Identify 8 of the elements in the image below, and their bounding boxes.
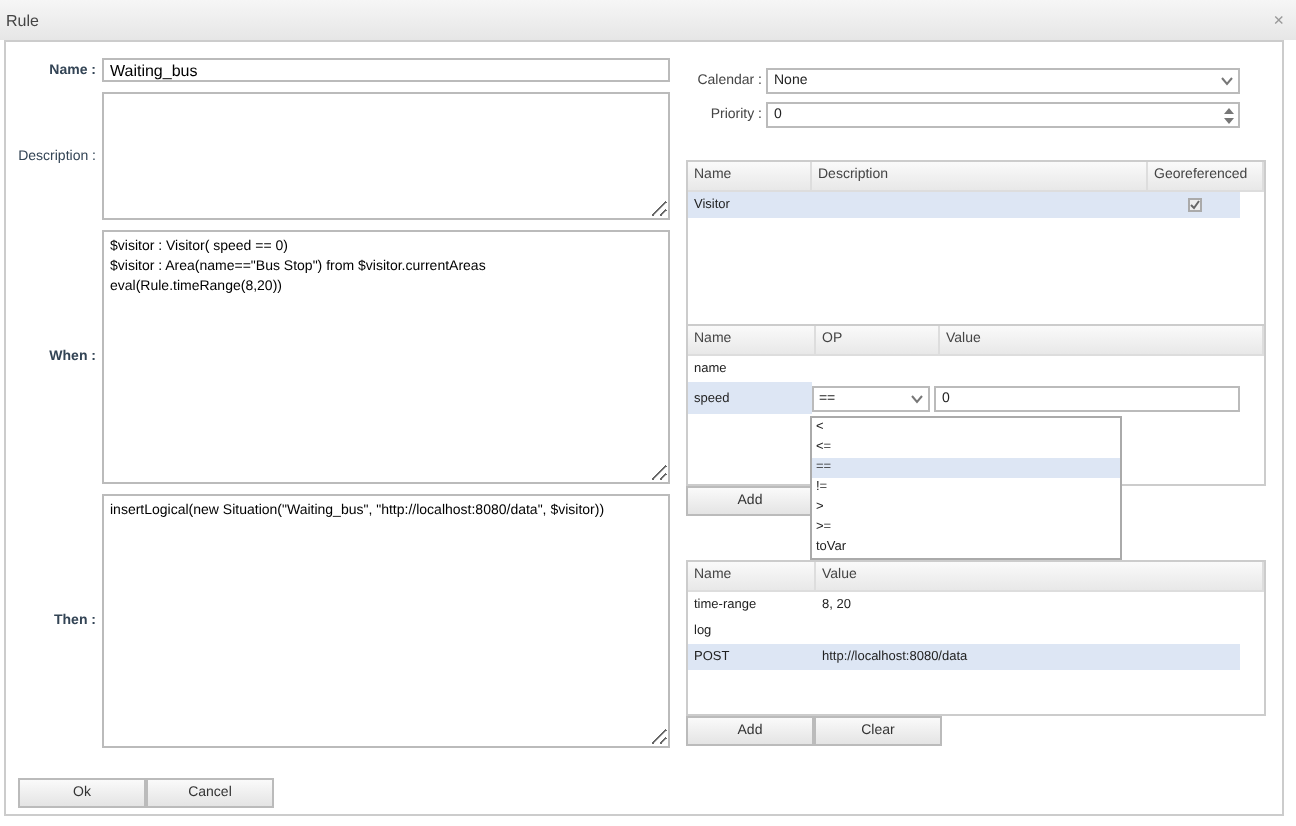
name-field[interactable]: Waiting_bus (102, 58, 670, 82)
description-field[interactable] (102, 92, 670, 220)
window-title: Rule (6, 11, 39, 29)
caret-icon (909, 391, 924, 405)
check-icon (1189, 200, 1199, 210)
checkbox[interactable] (1187, 198, 1201, 212)
caret-icon (1220, 74, 1234, 88)
spinner-arrows-icon (1224, 107, 1234, 123)
